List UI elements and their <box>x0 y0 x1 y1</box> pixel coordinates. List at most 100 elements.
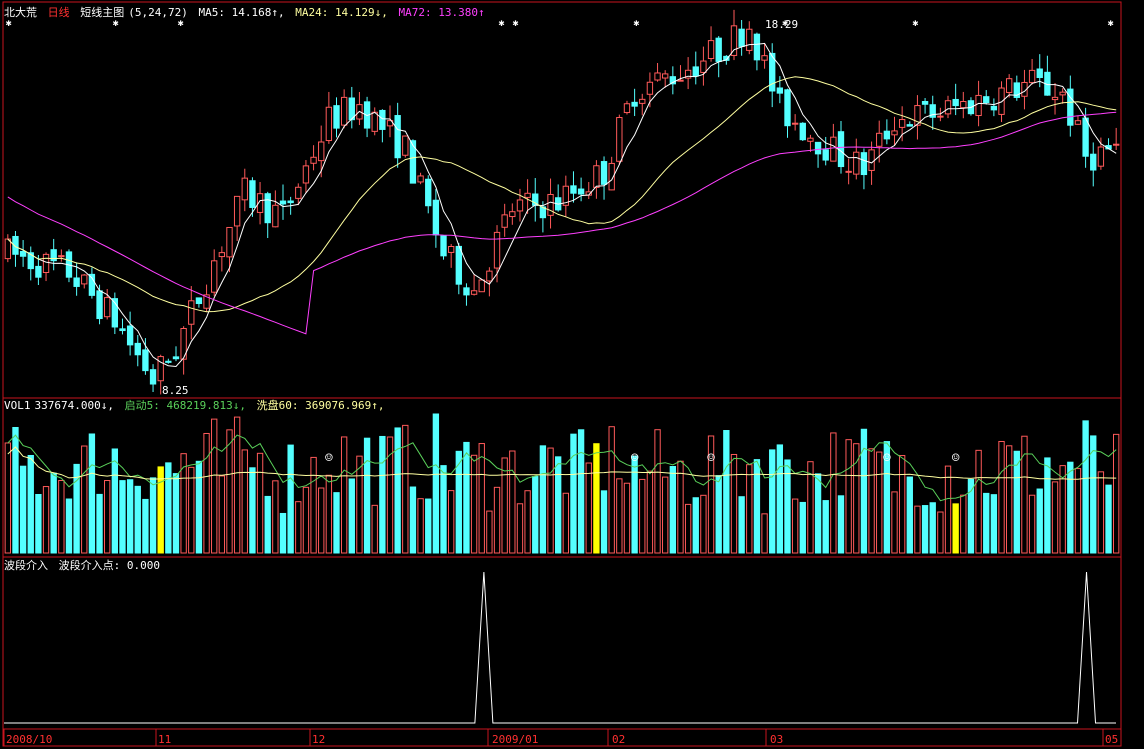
volume-bar <box>12 426 19 554</box>
volume-bar <box>81 445 88 554</box>
candle-body <box>639 98 646 104</box>
volume-bar <box>425 498 432 554</box>
volume-bar <box>310 456 317 554</box>
candle-body <box>19 250 27 257</box>
volume-bar <box>142 498 149 554</box>
volume-bar <box>738 496 745 554</box>
vol-name: VOL1 <box>4 399 31 412</box>
candle-body <box>233 195 241 227</box>
candle-body <box>463 287 470 296</box>
signal-star-marker: ✱ <box>1108 18 1114 29</box>
signal-star-marker: ✱ <box>633 18 639 29</box>
candle-body <box>157 356 164 382</box>
volume-bar <box>837 495 845 554</box>
volume-bar <box>1067 461 1074 554</box>
volume-bar <box>1013 450 1020 554</box>
date-label-4: 02 <box>612 733 626 746</box>
candle-body <box>730 25 738 56</box>
volume-bar <box>417 498 424 554</box>
stock-name[interactable]: 北大荒 <box>4 6 37 19</box>
candle-body <box>218 252 226 258</box>
volume-bar <box>761 513 768 554</box>
candle-body <box>42 253 50 273</box>
volume-bar <box>409 486 417 554</box>
volume-bar <box>318 487 325 554</box>
volume-bar <box>333 492 340 554</box>
vol-s60: 洗盘60: 369076.969↑, <box>256 399 385 412</box>
volume-bar <box>272 480 279 554</box>
volume-bar <box>845 439 852 554</box>
volume-bar <box>990 494 998 554</box>
candle-body <box>249 180 256 208</box>
volume-bar <box>279 512 287 554</box>
candle-body <box>776 87 784 94</box>
volume-bar <box>96 493 103 554</box>
candle-body <box>126 325 134 346</box>
volume-bar <box>577 429 585 554</box>
volume-bar <box>677 460 684 554</box>
signal-star-marker: ✱ <box>912 18 918 29</box>
candle-body <box>447 246 455 253</box>
period-label[interactable]: 日线 <box>48 6 70 19</box>
volume-bar <box>616 478 623 554</box>
volume-bar <box>952 503 959 554</box>
candle-body <box>1036 68 1043 79</box>
volume-bar <box>1074 468 1082 554</box>
volume-bar <box>379 435 386 554</box>
volume-bar <box>723 430 730 554</box>
candle-body <box>302 165 310 184</box>
chart-stage[interactable]: ✱ ✱ ✱ ✱ ✱ ✱ ✱ ✱ ✱ ☺ ☺ ☺ ☺ ☺ 北大荒 日线 短线主图 (5,24,72) MA5:… <box>0 0 1144 749</box>
candle-body <box>478 279 485 293</box>
candle-body <box>1005 78 1013 93</box>
volume-bar <box>730 453 738 554</box>
indicator-name: 短线主图 <box>80 6 125 19</box>
volume-bar <box>42 486 50 554</box>
volume-bar <box>937 511 944 554</box>
smiley-marker: ☺ <box>631 451 639 466</box>
candle-body <box>1051 96 1059 101</box>
candle-body <box>425 178 432 207</box>
volume-bar <box>111 448 119 554</box>
candle-body <box>1097 146 1105 167</box>
candle-body <box>807 137 814 142</box>
candle-body <box>516 199 524 212</box>
candle-body <box>700 60 707 73</box>
ma72-line <box>7 111 1117 335</box>
volume-bar <box>914 505 921 554</box>
candle-body <box>830 136 837 162</box>
volume-bar <box>769 449 776 554</box>
volume-bar <box>402 424 409 554</box>
wave-header: 波段介入 波段介入点: 0.000 <box>4 559 164 573</box>
volume-bar <box>35 493 42 554</box>
candle-body <box>761 55 768 61</box>
volume-bar <box>876 451 883 554</box>
volume-bar <box>776 444 784 554</box>
outer-frame <box>2 1 1122 747</box>
volume-bar <box>256 452 264 554</box>
volume-bar <box>692 497 699 554</box>
ma5-value: MA5: 14.168↑, <box>198 6 285 19</box>
date-label-1: 11 <box>158 733 172 746</box>
volume-bar <box>348 478 355 554</box>
volume-bar <box>4 442 11 554</box>
volume-bar <box>27 454 34 554</box>
volume-bar <box>921 505 929 554</box>
volume-bar <box>639 478 646 554</box>
candle-body <box>524 192 531 198</box>
volume-bar <box>478 443 485 554</box>
volume-bar <box>983 492 990 554</box>
volume-bar <box>226 429 233 554</box>
volume-bar <box>684 503 692 554</box>
volume-bar <box>799 501 806 554</box>
wave-value: 波段介入点: 0.000 <box>58 559 160 572</box>
candle-body <box>241 177 248 201</box>
vol-value: 337674.000↓, <box>34 399 114 412</box>
volume-bar <box>134 485 141 554</box>
volume-bar <box>944 465 952 554</box>
candle-body <box>715 37 722 62</box>
candle-body <box>547 193 554 216</box>
candle-body <box>325 106 333 142</box>
volume-bar <box>249 467 256 554</box>
chart-canvas[interactable]: ✱ ✱ ✱ ✱ ✱ ✱ ✱ ✱ ✱☺ ☺ ☺ ☺☺ <box>0 0 1144 749</box>
candle-body <box>272 204 279 228</box>
